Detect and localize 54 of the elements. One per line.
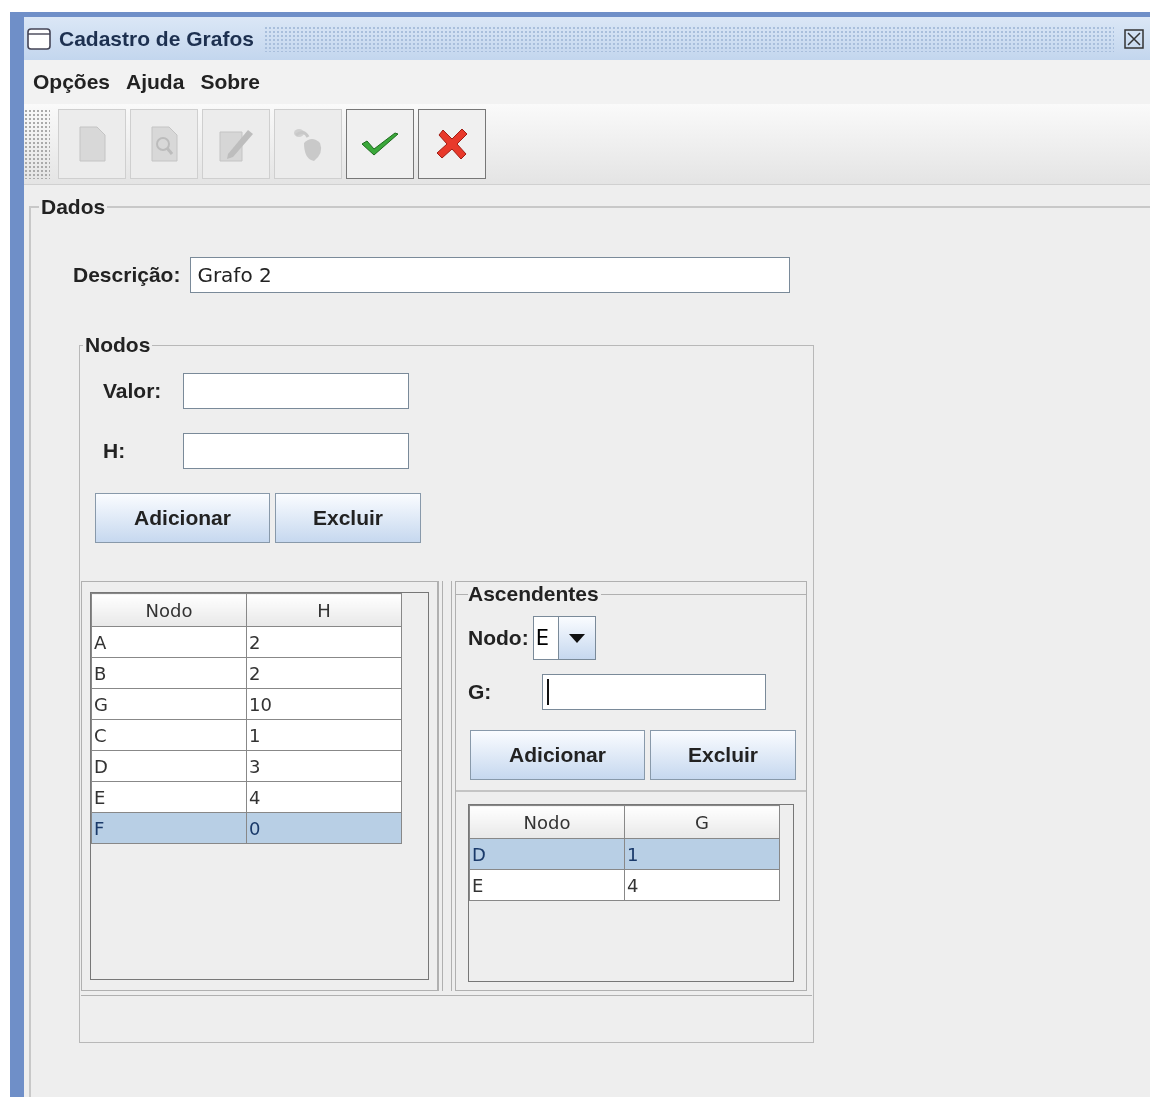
table-cell[interactable]: D <box>469 838 625 870</box>
cross-icon <box>435 127 469 161</box>
page-magnifier-icon <box>149 126 179 162</box>
table-cell[interactable]: F <box>91 812 247 844</box>
column-header[interactable]: Nodo <box>469 805 625 839</box>
input-field[interactable] <box>542 674 766 710</box>
field-label: Descrição: <box>73 263 181 287</box>
node-dropdown[interactable]: E <box>532 616 596 660</box>
check-icon <box>360 131 400 157</box>
field-label: Nodo: <box>468 626 529 650</box>
menu-item[interactable]: Opções <box>26 66 118 98</box>
group-title: Nodos <box>84 333 152 357</box>
table-cell[interactable]: B <box>91 657 247 689</box>
field-label: Valor: <box>103 379 163 403</box>
table-cell[interactable]: 0 <box>246 812 402 844</box>
group-title: Ascendentes <box>468 582 600 606</box>
table-cell[interactable]: E <box>91 781 247 813</box>
table-cell[interactable]: G <box>91 688 247 720</box>
table-cell[interactable]: D <box>91 750 247 782</box>
table-cell[interactable]: 2 <box>246 626 402 658</box>
field-label: G: <box>468 680 493 704</box>
toolbar-grip[interactable] <box>24 109 50 179</box>
input-field[interactable] <box>183 373 409 409</box>
table-cell[interactable]: 4 <box>624 869 780 901</box>
input-field[interactable] <box>183 433 409 469</box>
column-header[interactable]: H <box>246 593 402 627</box>
table-cell[interactable]: 3 <box>246 750 402 782</box>
split-divider[interactable] <box>442 581 452 991</box>
table-cell[interactable]: 4 <box>246 781 402 813</box>
table-cell[interactable]: E <box>469 869 625 901</box>
action-button[interactable]: Excluir <box>650 730 796 780</box>
description-field[interactable]: Grafo 2 <box>190 257 791 293</box>
table-cell[interactable]: 1 <box>624 838 780 870</box>
toolbar-button[interactable] <box>346 109 414 179</box>
table-cell[interactable]: A <box>91 626 247 658</box>
table-cell[interactable]: 2 <box>246 657 402 689</box>
table-cell[interactable]: 1 <box>246 719 402 751</box>
column-header[interactable]: G <box>624 805 780 839</box>
action-button[interactable]: Adicionar <box>470 730 645 780</box>
action-button[interactable]: Excluir <box>275 493 421 543</box>
group-title: Dados <box>40 195 107 219</box>
action-button[interactable]: Adicionar <box>95 493 270 543</box>
column-header[interactable]: Nodo <box>91 593 247 627</box>
menu-item[interactable]: Ajuda <box>119 66 192 98</box>
caret-icon <box>568 633 585 643</box>
window-title: Cadastro de Grafos <box>59 26 254 51</box>
close-icon[interactable] <box>1124 28 1144 49</box>
window-icon <box>27 27 51 50</box>
page-icon <box>78 126 106 162</box>
table-cell[interactable]: C <box>91 719 247 751</box>
field-label: H: <box>103 439 127 463</box>
table-cell[interactable]: 10 <box>246 688 402 720</box>
toolbar-button[interactable] <box>418 109 486 179</box>
menu-item[interactable]: Sobre <box>193 66 267 98</box>
